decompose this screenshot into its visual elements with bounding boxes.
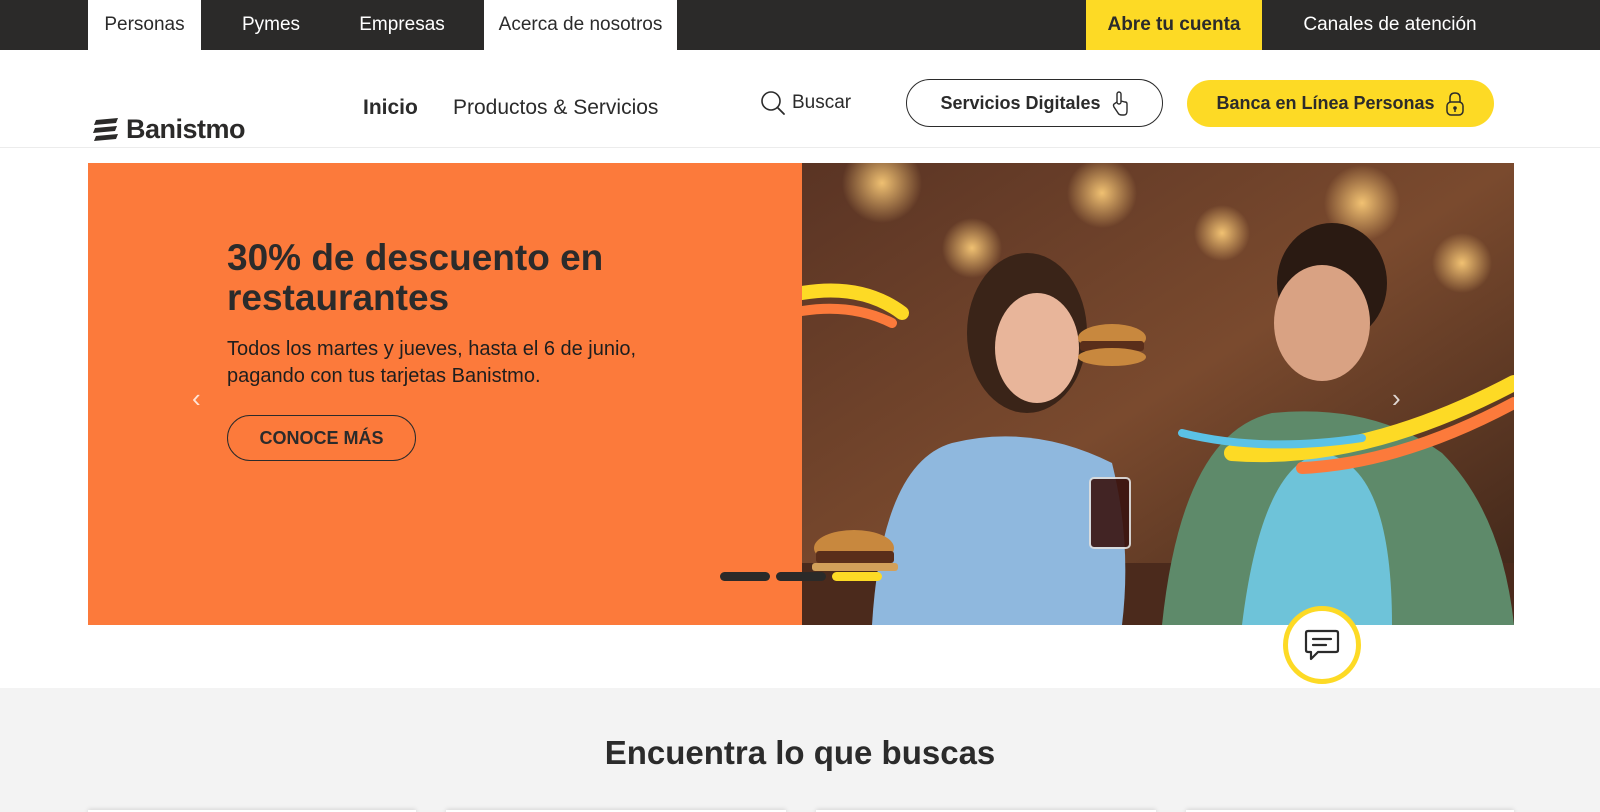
- logo-icon: [93, 118, 118, 141]
- hero-image: [795, 163, 1514, 625]
- search-label: Buscar: [792, 92, 852, 113]
- hand-pointer-icon: [1112, 91, 1128, 116]
- lock-icon: [1445, 91, 1464, 116]
- logo[interactable]: Banistmo: [92, 113, 246, 145]
- carousel-indicators: [720, 572, 882, 581]
- hero-title: 30% de descuento en restaurantes: [227, 237, 604, 318]
- open-account-button[interactable]: Abre tu cuenta: [1086, 0, 1262, 50]
- carousel-next-button[interactable]: ›: [1392, 383, 1401, 414]
- online-banking-label: Banca en Línea Personas: [1216, 93, 1435, 113]
- tab-pymes[interactable]: Pymes: [223, 0, 319, 50]
- digital-services-button[interactable]: Servicios Digitales: [906, 79, 1163, 127]
- logo-text: Banistmo: [126, 113, 246, 144]
- hero-carousel: 30% de descuento en restaurantes Todos l…: [88, 163, 1514, 625]
- channels-link[interactable]: Canales de atención: [1290, 0, 1490, 50]
- search-button[interactable]: Buscar: [760, 90, 851, 116]
- chat-button[interactable]: [1283, 606, 1361, 684]
- learn-more-button[interactable]: CONOCE MÁS: [227, 415, 416, 461]
- tab-personas[interactable]: Personas: [88, 0, 201, 50]
- chat-icon: [1304, 629, 1340, 661]
- carousel-dot-1[interactable]: [720, 572, 770, 581]
- top-bar: Personas Pymes Empresas Acerca de nosotr…: [0, 0, 1600, 50]
- nav-inicio[interactable]: Inicio: [363, 96, 418, 120]
- hero-description: Todos los martes y jueves, hasta el 6 de…: [227, 338, 637, 387]
- carousel-dot-2[interactable]: [776, 572, 826, 581]
- main-header: Banistmo Inicio Productos & Servicios Bu…: [0, 50, 1600, 148]
- tab-acerca[interactable]: Acerca de nosotros: [484, 0, 677, 50]
- online-banking-button[interactable]: Banca en Línea Personas: [1187, 80, 1494, 127]
- tab-empresas[interactable]: Empresas: [342, 0, 462, 50]
- search-icon: [761, 91, 785, 115]
- digital-services-label: Servicios Digitales: [940, 92, 1101, 113]
- section-title: Encuentra lo que buscas: [604, 734, 996, 771]
- carousel-prev-button[interactable]: ‹: [192, 383, 201, 414]
- nav-productos[interactable]: Productos & Servicios: [453, 96, 658, 120]
- find-section: Encuentra lo que buscas: [0, 688, 1600, 812]
- carousel-dot-3[interactable]: [832, 572, 882, 581]
- restaurant-couple-image: [795, 163, 1514, 625]
